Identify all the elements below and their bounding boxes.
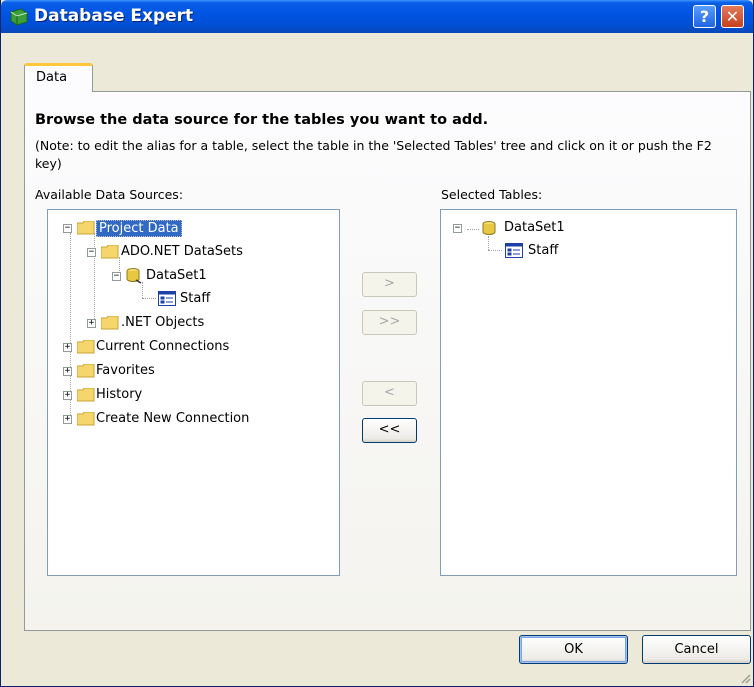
tab-data-label: Data: [36, 70, 68, 85]
table-icon: [158, 291, 176, 306]
tree-connector: [467, 229, 479, 230]
folder-icon: [101, 316, 119, 330]
instruction-heading: Browse the data source for the tables yo…: [35, 112, 489, 128]
expand-icon[interactable]: +: [63, 415, 72, 424]
tab-data[interactable]: Data: [24, 63, 93, 92]
collapse-icon[interactable]: −: [63, 224, 72, 233]
tree-node-label: Staff: [528, 243, 559, 258]
database-expert-app-icon: [10, 8, 28, 26]
tree-connector: [94, 233, 95, 323]
tree-connector: [488, 236, 489, 250]
dataset-icon: [482, 221, 496, 235]
tree-node-label: Favorites: [96, 363, 155, 378]
folder-icon: [77, 388, 95, 402]
tree-node-label: .NET Objects: [121, 315, 205, 330]
ok-button[interactable]: OK: [519, 635, 628, 664]
resize-grip-icon[interactable]: [739, 672, 751, 684]
expand-icon[interactable]: +: [63, 391, 72, 400]
selected-tables-tree[interactable]: − DataSet1 Staff: [440, 209, 737, 576]
folder-icon: [101, 245, 119, 259]
title-bar[interactable]: Database Expert ? ✕: [1, 0, 753, 33]
database-expert-dialog: Database Expert ? ✕ Data Browse the data…: [0, 0, 754, 687]
folder-icon: [77, 412, 95, 426]
window-title: Database Expert: [34, 6, 194, 26]
dataset-icon: [126, 268, 142, 284]
expand-icon[interactable]: +: [63, 343, 72, 352]
table-icon: [505, 243, 523, 258]
folder-icon: [77, 364, 95, 378]
add-all-tables-button[interactable]: >>: [362, 310, 417, 335]
tree-connector: [142, 298, 156, 299]
tree-node-label: ADO.NET DataSets: [121, 244, 243, 259]
tree-node-label: DataSet1: [146, 268, 207, 283]
expand-icon[interactable]: +: [87, 319, 96, 328]
instruction-note: (Note: to edit the alias for a table, se…: [35, 138, 712, 171]
available-data-sources-label: Available Data Sources:: [35, 187, 184, 202]
close-button[interactable]: ✕: [721, 5, 744, 28]
remove-table-button[interactable]: <: [362, 381, 417, 406]
collapse-icon[interactable]: −: [87, 248, 96, 257]
tree-node-label: Project Data: [96, 220, 182, 237]
add-table-button[interactable]: >: [362, 272, 417, 297]
tree-node-label: Current Connections: [96, 339, 230, 354]
tree-connector: [488, 250, 502, 251]
tree-node-label: DataSet1: [504, 220, 565, 235]
tree-node-label: Staff: [180, 291, 211, 306]
selected-tables-label: Selected Tables:: [441, 187, 543, 202]
available-data-sources-tree[interactable]: − Project Data − ADO.NET DataSets − Data…: [47, 209, 340, 576]
collapse-icon[interactable]: −: [112, 272, 121, 281]
tree-node-label: Create New Connection: [96, 411, 250, 426]
cancel-button[interactable]: Cancel: [642, 635, 751, 664]
folder-open-icon: [77, 221, 95, 235]
remove-all-tables-button[interactable]: <<: [362, 418, 417, 443]
expand-icon[interactable]: +: [63, 367, 72, 376]
collapse-icon[interactable]: −: [453, 224, 462, 233]
folder-icon: [77, 340, 95, 354]
tree-node-label: History: [96, 387, 143, 402]
help-button[interactable]: ?: [693, 5, 716, 28]
